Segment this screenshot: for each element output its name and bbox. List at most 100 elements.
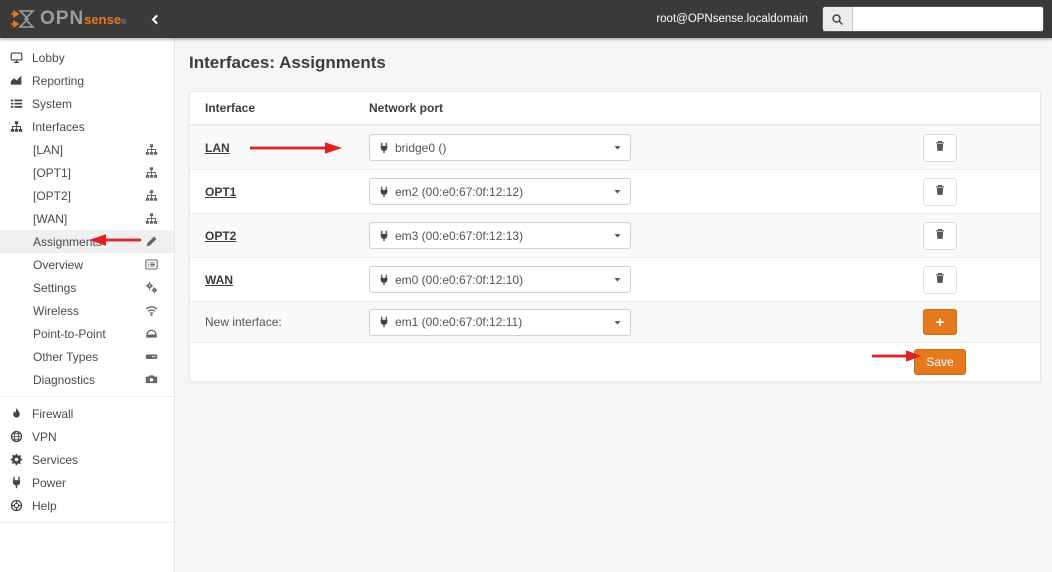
delete-interface-button[interactable] xyxy=(923,221,957,250)
sidebar-item-label: [OPT1] xyxy=(33,165,72,180)
sidebar-item-lobby[interactable]: Lobby xyxy=(0,46,174,69)
opnsense-app: OPN sense ® root@OPNsense.localdomain Lobb… xyxy=(0,0,1052,572)
sidebar-item-wan[interactable]: [WAN] xyxy=(0,207,174,230)
sitemap-icon xyxy=(145,212,158,225)
table-header-row: Interface Network port xyxy=(190,92,1040,125)
new-interface-label: New interface: xyxy=(205,315,282,329)
sidebar-item-system[interactable]: System xyxy=(0,92,174,115)
sidebar-item-label: Services xyxy=(32,452,79,467)
sidebar-item-interfaces[interactable]: Interfaces xyxy=(0,115,174,138)
list-alt-icon xyxy=(145,258,158,271)
logo-registered-mark: ® xyxy=(121,19,127,26)
hdd-icon xyxy=(145,350,158,363)
sidebar-item-opt1[interactable]: [OPT1] xyxy=(0,161,174,184)
sidebar-item-services[interactable]: Services xyxy=(0,448,174,471)
plug-icon xyxy=(378,142,390,154)
interface-link-lan[interactable]: LAN xyxy=(205,141,230,155)
column-header-interface: Interface xyxy=(205,101,256,115)
interface-link-opt2[interactable]: OPT2 xyxy=(205,229,236,243)
annotation-arrow-save xyxy=(872,350,921,362)
sidebar-item-label: Power xyxy=(32,475,67,490)
global-search xyxy=(822,6,1044,32)
network-port-select-opt1[interactable]: em2 (00:e0:67:0f:12:12) xyxy=(369,178,631,205)
sidebar-item-label: Settings xyxy=(33,280,77,295)
add-interface-button[interactable]: + xyxy=(923,309,957,335)
sidebar: Lobby Reporting System Interfaces [LAN] … xyxy=(0,38,175,572)
selected-network-port: em1 (00:e0:67:0f:12:11) xyxy=(395,315,523,329)
sidebar-item-label: Help xyxy=(32,498,57,513)
sidebar-item-label: Wireless xyxy=(33,303,80,318)
sidebar-item-lan[interactable]: [LAN] xyxy=(0,138,174,161)
interface-link-opt1[interactable]: OPT1 xyxy=(205,185,236,199)
collapse-sidebar-icon[interactable] xyxy=(150,14,161,25)
caret-down-icon xyxy=(613,231,622,240)
column-header-network-port: Network port xyxy=(369,101,444,115)
sidebar-item-diagnostics[interactable]: Diagnostics xyxy=(0,368,174,391)
selected-network-port: em3 (00:e0:67:0f:12:13) xyxy=(395,228,524,243)
sidebar-item-help[interactable]: Help xyxy=(0,494,174,517)
sidebar-item-label: System xyxy=(32,96,73,111)
modem-icon xyxy=(145,327,158,340)
plug-icon xyxy=(378,274,390,286)
sidebar-item-wireless[interactable]: Wireless xyxy=(0,299,174,322)
sidebar-item-point-to-point[interactable]: Point-to-Point xyxy=(0,322,174,345)
table-row: OPT2 em3 (00:e0:67:0f:12:13) xyxy=(190,213,1040,257)
trash-icon xyxy=(934,272,946,287)
table-row: WAN em0 (00:e0:67:0f:12:10) xyxy=(190,257,1040,301)
selected-network-port: em0 (00:e0:67:0f:12:10) xyxy=(395,272,524,287)
sidebar-item-opt2[interactable]: [OPT2] xyxy=(0,184,174,207)
diagnostics-icon xyxy=(145,373,158,386)
sidebar-item-power[interactable]: Power xyxy=(0,471,174,494)
logo-text-sense: sense xyxy=(84,12,122,27)
caret-down-icon xyxy=(613,143,622,152)
logo-text-opn: OPN xyxy=(40,8,85,29)
sidebar-item-firewall[interactable]: Firewall xyxy=(0,402,174,425)
search-input[interactable] xyxy=(853,7,1043,31)
opnsense-logo[interactable]: OPN sense ® xyxy=(10,8,126,30)
delete-interface-button[interactable] xyxy=(923,177,957,206)
network-port-select-lan[interactable]: bridge0 () xyxy=(369,134,631,161)
sidebar-divider xyxy=(0,396,174,397)
plug-icon xyxy=(378,230,390,242)
area-chart-icon xyxy=(10,74,28,87)
desktop-icon xyxy=(10,51,28,64)
sidebar-item-label: Interfaces xyxy=(32,119,85,134)
trash-icon xyxy=(934,228,946,243)
delete-interface-button[interactable] xyxy=(923,265,957,294)
sitemap-icon xyxy=(145,166,158,179)
annotation-arrow-assignments xyxy=(89,234,141,246)
main-content: Interfaces: Assignments Interface Networ… xyxy=(175,38,1052,572)
top-navbar: OPN sense ® root@OPNsense.localdomain xyxy=(0,0,1052,38)
annotation-arrow-lan-port xyxy=(250,142,342,154)
sidebar-item-label: Overview xyxy=(33,257,84,272)
interface-link-wan[interactable]: WAN xyxy=(205,273,233,287)
selected-network-port: bridge0 () xyxy=(395,140,447,155)
cogs-icon xyxy=(145,281,158,294)
sidebar-item-other-types[interactable]: Other Types xyxy=(0,345,174,368)
sidebar-item-label: Firewall xyxy=(32,406,74,421)
caret-down-icon xyxy=(613,318,622,327)
sidebar-item-label: [WAN] xyxy=(33,211,68,226)
opnsense-logo-icon xyxy=(11,10,35,28)
sitemap-icon xyxy=(145,189,158,202)
gear-icon xyxy=(10,453,28,466)
sidebar-item-vpn[interactable]: VPN xyxy=(0,425,174,448)
fire-icon xyxy=(10,407,28,420)
sidebar-item-settings[interactable]: Settings xyxy=(0,276,174,299)
plug-icon xyxy=(378,316,390,328)
network-port-select-wan[interactable]: em0 (00:e0:67:0f:12:10) xyxy=(369,266,631,293)
sidebar-item-overview[interactable]: Overview xyxy=(0,253,174,276)
network-port-select-new[interactable]: em1 (00:e0:67:0f:12:11) xyxy=(369,308,631,336)
logged-in-user: root@OPNsense.localdomain xyxy=(656,13,808,25)
sidebar-item-label: Reporting xyxy=(32,73,85,88)
sidebar-item-reporting[interactable]: Reporting xyxy=(0,69,174,92)
trash-icon xyxy=(934,184,946,199)
sitemap-icon xyxy=(145,143,158,156)
sidebar-item-label: Lobby xyxy=(32,50,65,65)
new-interface-row: New interface: em1 (00:e0:67:0f:12:11) + xyxy=(190,301,1040,342)
sidebar-item-label: VPN xyxy=(32,429,57,444)
delete-interface-button[interactable] xyxy=(923,133,957,162)
sidebar-divider xyxy=(0,522,174,523)
life-ring-icon xyxy=(10,499,28,512)
network-port-select-opt2[interactable]: em3 (00:e0:67:0f:12:13) xyxy=(369,222,631,249)
